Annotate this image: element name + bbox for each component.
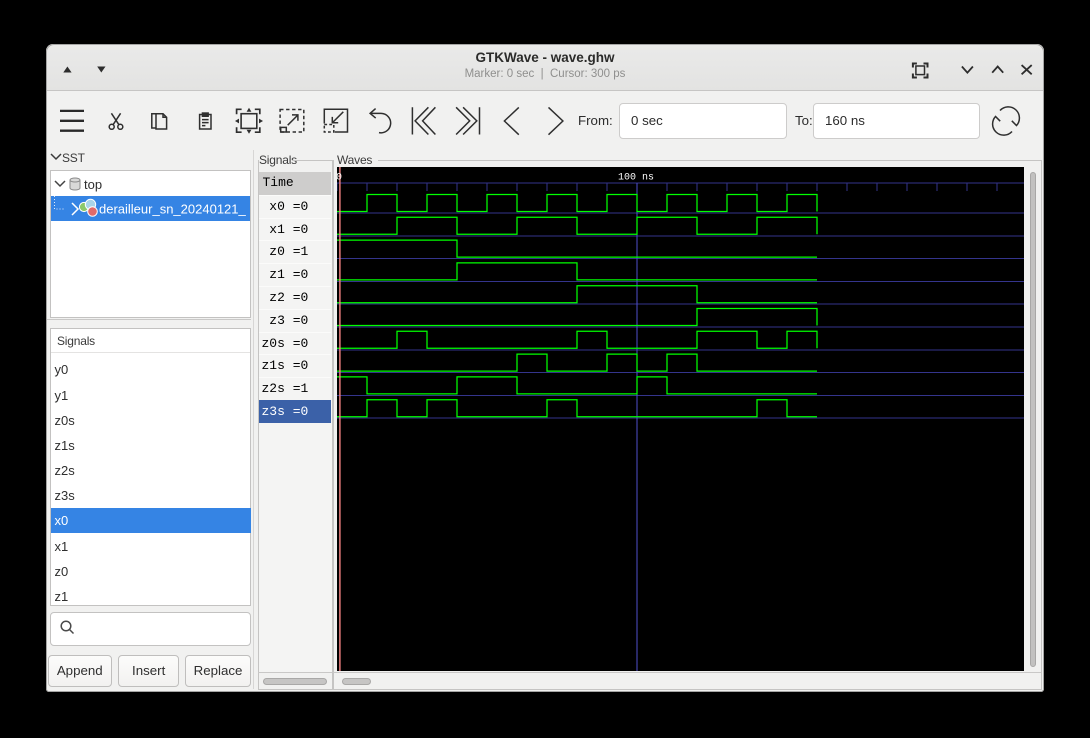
svg-text:100 ns: 100 ns: [618, 173, 654, 184]
svg-text:derailleur_sn_20240121_: derailleur_sn_20240121_: [99, 201, 247, 216]
svg-text:0: 0: [337, 173, 342, 184]
